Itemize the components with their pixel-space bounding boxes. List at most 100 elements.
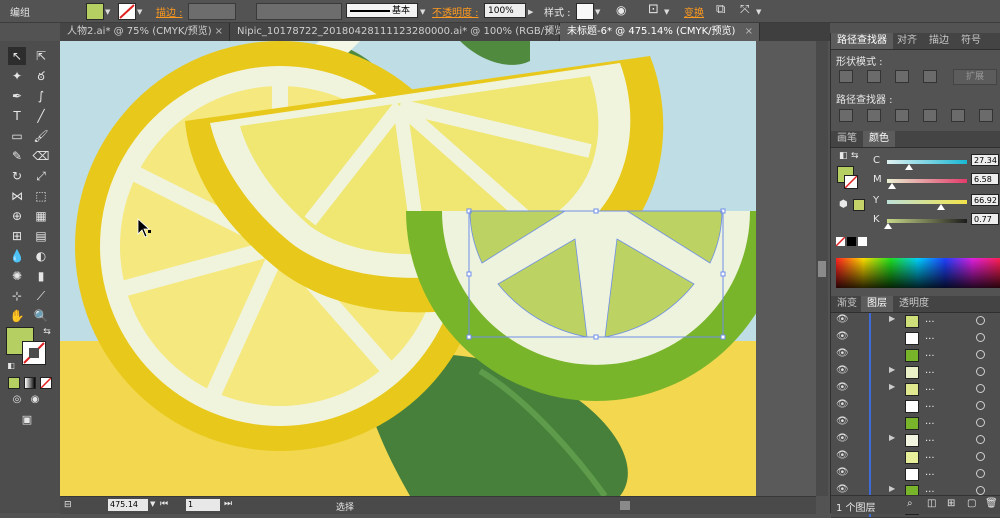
eraser-tool-icon[interactable]: ⌫ bbox=[32, 147, 50, 165]
layer-row[interactable]: 👁... bbox=[831, 415, 1000, 433]
screen-mode-icon[interactable]: ▣ bbox=[18, 411, 36, 429]
eye-icon[interactable]: 👁 bbox=[836, 416, 849, 427]
width-tool-icon[interactable]: ⋈ bbox=[8, 187, 26, 205]
artboard-tool-icon[interactable]: ⊹ bbox=[8, 287, 26, 305]
layer-row[interactable]: 👁... bbox=[831, 398, 1000, 416]
transform-link[interactable]: 变换 bbox=[684, 4, 704, 19]
value-k[interactable]: 0.77 bbox=[971, 213, 999, 225]
tab-document-2[interactable]: Nipic_10178722_20180428111123280000.ai* … bbox=[230, 23, 568, 41]
default-colors-icon[interactable]: ◧ bbox=[839, 151, 848, 161]
layer-name[interactable]: ... bbox=[925, 484, 935, 495]
expand-arrow-icon[interactable]: ▶ bbox=[889, 484, 895, 493]
tab-gradient[interactable]: 渐变 bbox=[831, 296, 863, 312]
chevron-down-icon[interactable]: ▼ bbox=[595, 8, 600, 16]
default-colors-icon[interactable]: ◧ bbox=[2, 357, 20, 375]
close-icon[interactable]: × bbox=[545, 23, 553, 41]
target-circle-icon[interactable] bbox=[976, 367, 985, 376]
chevron-down-icon[interactable]: ▼ bbox=[137, 8, 142, 16]
flip-icon[interactable]: ⤧ bbox=[740, 2, 750, 17]
swap-colors-icon[interactable]: ⇆ bbox=[38, 323, 56, 341]
target-circle-icon[interactable] bbox=[976, 486, 985, 495]
stroke-label[interactable]: 描边 : bbox=[156, 4, 183, 19]
layer-name[interactable]: ... bbox=[925, 433, 935, 444]
graphic-style-swatch[interactable] bbox=[576, 3, 594, 20]
free-transform-tool-icon[interactable]: ⬚ bbox=[32, 187, 50, 205]
tab-color[interactable]: 颜色 bbox=[863, 131, 895, 147]
eye-icon[interactable]: 👁 bbox=[836, 382, 849, 393]
slider-thumb[interactable] bbox=[883, 223, 892, 229]
slider-thumb[interactable] bbox=[904, 164, 913, 170]
new-layer-icon[interactable]: ▢ bbox=[967, 498, 976, 509]
value-c[interactable]: 27.34 bbox=[971, 154, 999, 166]
layer-row[interactable]: 👁 ▶... bbox=[831, 313, 1000, 331]
expand-arrow-icon[interactable]: ▶ bbox=[889, 314, 895, 323]
unite-icon[interactable] bbox=[839, 70, 853, 83]
tab-symbols[interactable]: 符号 bbox=[955, 33, 987, 49]
vertical-scrollbar[interactable] bbox=[816, 41, 828, 496]
line-tool-icon[interactable]: ╱ bbox=[32, 107, 50, 125]
tab-brushes[interactable]: 画笔 bbox=[831, 131, 863, 147]
intersect-icon[interactable] bbox=[895, 70, 909, 83]
zoom-input[interactable]: 475.14 bbox=[108, 499, 148, 511]
rotate-tool-icon[interactable]: ↻ bbox=[8, 167, 26, 185]
close-icon[interactable]: × bbox=[215, 23, 223, 41]
expand-arrow-icon[interactable]: ▶ bbox=[889, 365, 895, 374]
tab-layers[interactable]: 图层 bbox=[861, 296, 893, 312]
eye-icon[interactable]: 👁 bbox=[836, 433, 849, 444]
layer-row[interactable]: 👁 ▶... bbox=[831, 364, 1000, 382]
draw-behind-icon[interactable]: ◉ bbox=[26, 391, 44, 409]
target-circle-icon[interactable] bbox=[976, 401, 985, 410]
layer-row[interactable]: 👁 ▶... bbox=[831, 432, 1000, 450]
tab-align[interactable]: 对齐 bbox=[891, 33, 923, 49]
brush-profile-dropdown[interactable]: 基本 bbox=[346, 3, 418, 18]
symbol-sprayer-tool-icon[interactable]: ✺ bbox=[8, 267, 26, 285]
eye-icon[interactable]: 👁 bbox=[836, 348, 849, 359]
layer-name[interactable]: ... bbox=[925, 331, 935, 342]
slider-y[interactable] bbox=[887, 200, 967, 210]
mesh-tool-icon[interactable]: ⊞ bbox=[8, 227, 26, 245]
target-circle-icon[interactable] bbox=[976, 333, 985, 342]
stroke-swatch[interactable] bbox=[118, 3, 136, 20]
target-circle-icon[interactable] bbox=[976, 384, 985, 393]
layer-row[interactable]: 👁... bbox=[831, 449, 1000, 467]
trash-icon[interactable]: 🗑 bbox=[985, 498, 998, 509]
target-circle-icon[interactable] bbox=[976, 350, 985, 359]
expand-button[interactable]: 扩展 bbox=[953, 69, 997, 85]
slider-m[interactable] bbox=[887, 179, 967, 189]
chevron-down-icon[interactable]: ▼ bbox=[420, 8, 425, 16]
variable-width-dropdown[interactable] bbox=[256, 3, 342, 20]
minus-back-icon[interactable] bbox=[979, 109, 993, 122]
lasso-tool-icon[interactable]: ఠ bbox=[32, 67, 50, 85]
eye-icon[interactable]: 👁 bbox=[836, 484, 849, 495]
artboard-canvas[interactable] bbox=[60, 41, 816, 496]
black-swatch[interactable] bbox=[847, 237, 856, 246]
column-graph-tool-icon[interactable]: ▮ bbox=[32, 267, 50, 285]
stroke-color-box[interactable] bbox=[22, 341, 46, 365]
color-mode-icon[interactable] bbox=[8, 377, 20, 389]
merge-icon[interactable] bbox=[895, 109, 909, 122]
value-m[interactable]: 6.58 bbox=[971, 173, 999, 185]
zoom-icon[interactable]: ⊟ bbox=[64, 500, 72, 510]
last-artboard-icon[interactable]: ⏭ bbox=[224, 499, 232, 509]
tab-document-3[interactable]: 未标题-6* @ 475.14% (CMYK/预览) × bbox=[560, 23, 760, 41]
web-safe-swatch[interactable] bbox=[853, 199, 865, 211]
crop-icon[interactable] bbox=[923, 109, 937, 122]
slider-thumb[interactable] bbox=[888, 183, 897, 189]
hand-tool-icon[interactable]: ✋ bbox=[8, 307, 26, 325]
target-circle-icon[interactable] bbox=[976, 435, 985, 444]
shape-builder-tool-icon[interactable]: ⊕ bbox=[8, 207, 26, 225]
make-clip-mask-icon[interactable]: ◫ bbox=[927, 498, 936, 509]
isolate-icon[interactable]: ⧉ bbox=[716, 2, 725, 17]
recolor-icon[interactable]: ◉ bbox=[616, 3, 626, 17]
layer-name[interactable]: ... bbox=[925, 416, 935, 427]
scrollbar-thumb[interactable] bbox=[818, 261, 826, 277]
layer-name[interactable]: ... bbox=[925, 382, 935, 393]
expand-arrow-icon[interactable]: ▶ bbox=[889, 382, 895, 391]
stroke-weight-dropdown[interactable] bbox=[188, 3, 236, 20]
chevron-down-icon[interactable]: ▼ bbox=[150, 500, 155, 508]
chevron-down-icon[interactable]: ▼ bbox=[105, 8, 110, 16]
slice-tool-icon[interactable]: ⟋ bbox=[32, 287, 50, 305]
eye-icon[interactable]: 👁 bbox=[836, 450, 849, 461]
selection-tool-icon[interactable]: ↖ bbox=[8, 47, 26, 65]
draw-mode-icon[interactable]: ◎ bbox=[8, 391, 26, 409]
